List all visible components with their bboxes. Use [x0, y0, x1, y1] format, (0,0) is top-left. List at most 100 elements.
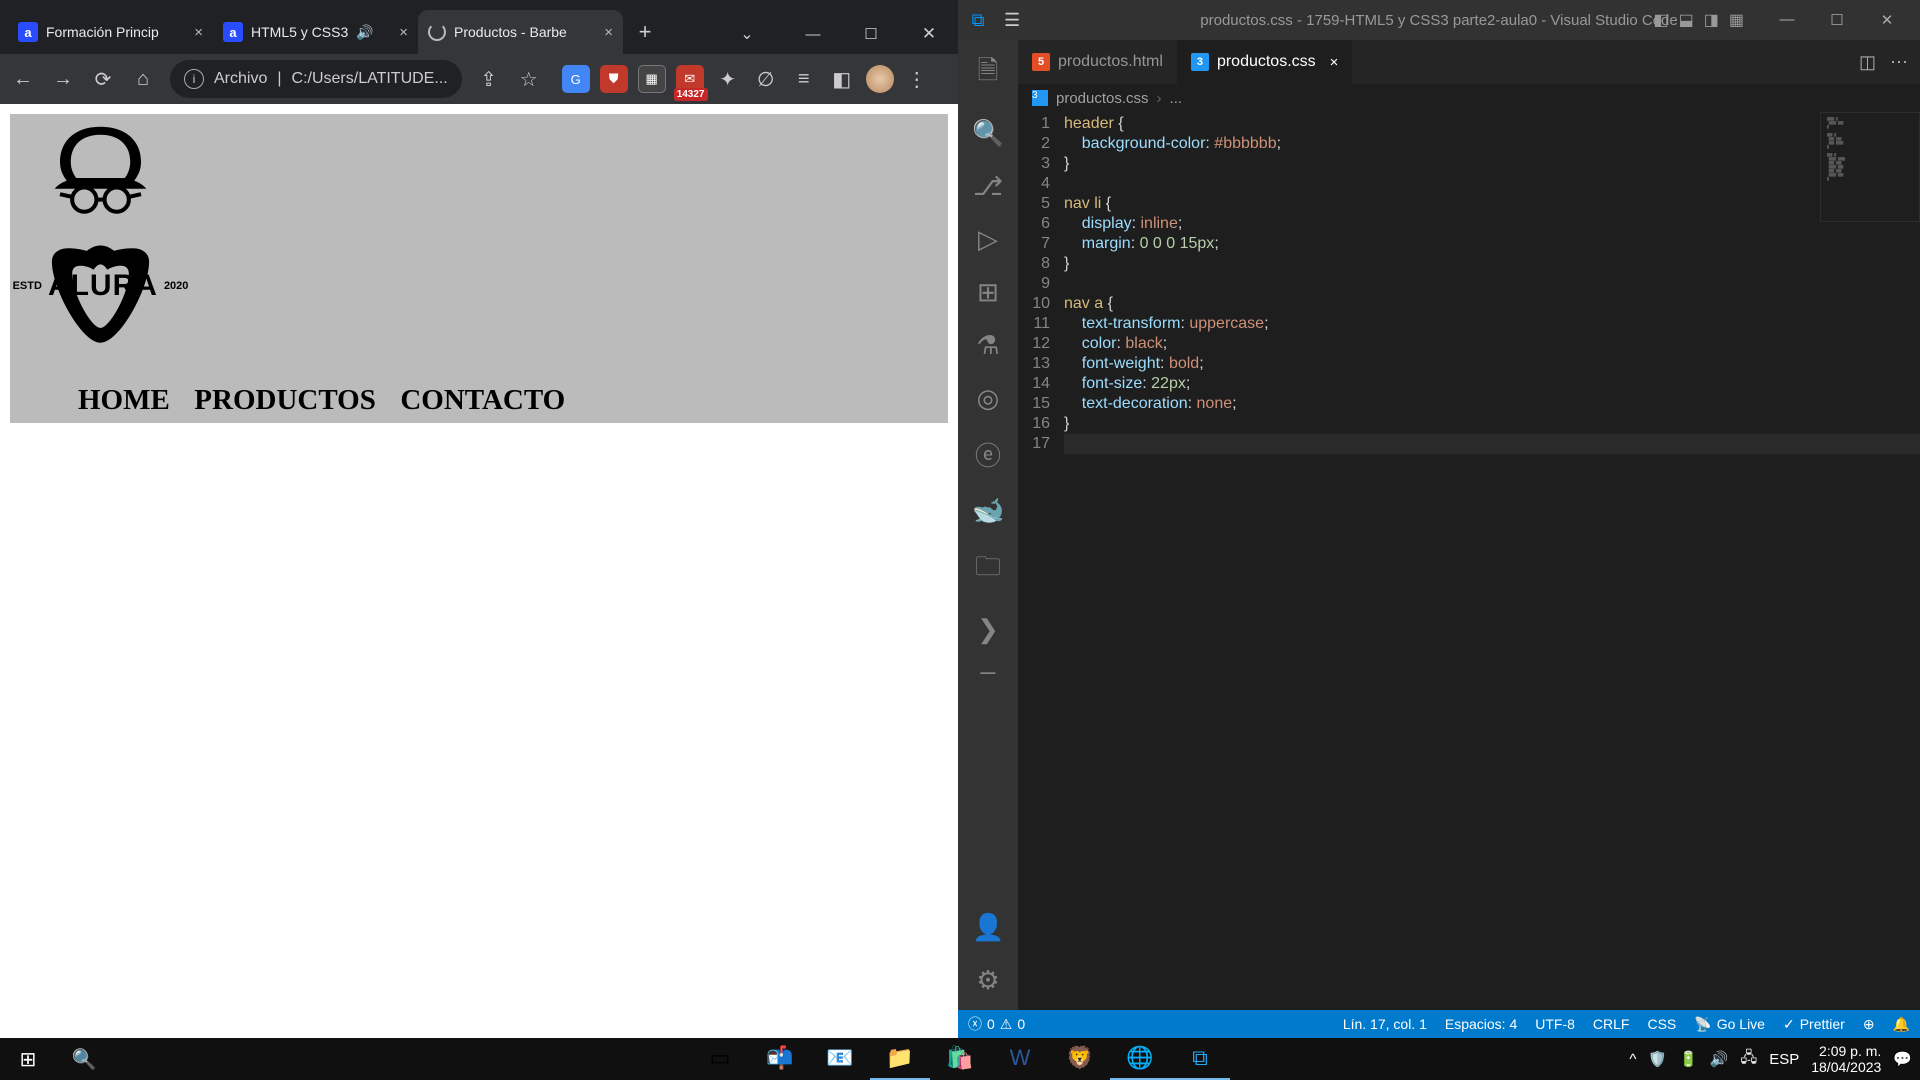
new-tab-button[interactable]: +	[627, 14, 663, 50]
audio-icon[interactable]: 🔊	[356, 24, 373, 41]
tray-language[interactable]: ESP	[1769, 1051, 1799, 1068]
taskbar-apps: ▭ 📬 📧 📁 🛍️ W 🦁 🌐 ⧉	[690, 1038, 1230, 1080]
tabs-dropdown-icon[interactable]: ⌄	[718, 24, 776, 44]
chrome-menu-icon[interactable]: ⋮	[904, 67, 930, 92]
maximize-button[interactable]: ☐	[842, 25, 900, 43]
word-app-icon[interactable]: W	[990, 1038, 1050, 1080]
status-bell-icon[interactable]: 🔔	[1893, 1016, 1910, 1033]
site-info-icon[interactable]: i	[184, 69, 204, 89]
close-tab-icon[interactable]: ×	[604, 24, 613, 41]
close-tab-icon[interactable]: ×	[194, 24, 203, 41]
tray-chevron-icon[interactable]: ^	[1629, 1051, 1636, 1068]
address-bar: ← → ⟳ ⌂ i Archivo | C:/Users/LATITUDE...…	[0, 54, 958, 104]
testing-icon[interactable]: ⚗	[972, 330, 1004, 361]
status-cursor[interactable]: Lín. 17, col. 1	[1343, 1016, 1427, 1033]
code-lines[interactable]: header { background-color: #bbbbbb;}nav …	[1064, 112, 1920, 1010]
profile-avatar[interactable]	[866, 65, 894, 93]
status-prettier[interactable]: ✓ Prettier	[1783, 1016, 1845, 1033]
split-editor-icon[interactable]: ◫	[1859, 52, 1876, 73]
minimize-button[interactable]: —	[784, 26, 842, 43]
forward-button[interactable]: →	[50, 68, 76, 91]
close-tab-icon[interactable]: ×	[399, 24, 408, 41]
run-debug-icon[interactable]: ▷	[972, 224, 1004, 255]
status-golive[interactable]: 📡 Go Live	[1694, 1016, 1765, 1033]
minimap[interactable]: ████ █ ████ ███████ █ ███ ███ ███ ██████…	[1820, 112, 1920, 222]
ext-icon[interactable]: ▦	[638, 65, 666, 93]
close-window-button[interactable]: ✕	[1862, 11, 1912, 29]
layout-icon[interactable]: ◨	[1704, 10, 1719, 30]
status-spaces[interactable]: Espacios: 4	[1445, 1016, 1517, 1033]
tray-volume-icon[interactable]: 🔊	[1710, 1050, 1729, 1068]
extensions-menu-icon[interactable]: ✦	[714, 65, 742, 93]
terminal-icon[interactable]: ❯_	[972, 614, 1004, 676]
outlook-app-icon[interactable]: 📧	[810, 1038, 870, 1080]
ublock-ext-icon[interactable]: ⛊	[600, 65, 628, 93]
more-actions-icon[interactable]: ⋯	[1890, 52, 1908, 73]
search-button[interactable]: 🔍	[56, 1038, 112, 1080]
live-icon[interactable]: ◎	[972, 383, 1004, 414]
sidepanel-icon[interactable]: ◧	[828, 65, 856, 93]
edge-icon[interactable]: ⓔ	[972, 436, 1004, 473]
close-window-button[interactable]: ✕	[900, 24, 958, 44]
status-eol[interactable]: CRLF	[1593, 1016, 1630, 1033]
mail-app-icon[interactable]: 📬	[750, 1038, 810, 1080]
tab-label: HTML5 y CSS3	[251, 24, 348, 40]
tray-security-icon[interactable]: 🛡️	[1648, 1050, 1667, 1068]
tray-clock[interactable]: 2:09 p. m. 18/04/2023	[1811, 1043, 1881, 1075]
status-language[interactable]: CSS	[1647, 1016, 1676, 1033]
browser-tab-1[interactable]: a HTML5 y CSS3 🔊 ×	[213, 10, 418, 54]
accounts-icon[interactable]: 👤	[972, 912, 1004, 943]
source-control-icon[interactable]: ⎇	[972, 171, 1004, 202]
reading-list-icon[interactable]: ≡	[790, 65, 818, 93]
docker-icon[interactable]: 🐋	[972, 495, 1004, 526]
browser-tab-2[interactable]: Productos - Barbe ×	[418, 10, 623, 54]
bookmark-icon[interactable]: ☆	[516, 67, 542, 92]
start-button[interactable]: ⊞	[0, 1038, 56, 1080]
taskview-icon[interactable]: ▭	[690, 1038, 750, 1080]
tray-notifications-icon[interactable]: 💬	[1893, 1050, 1912, 1068]
code-editor[interactable]: 1234567891011121314151617 header { backg…	[1018, 112, 1920, 1010]
nav-item-contacto[interactable]: CONTACTO	[400, 396, 565, 413]
hamburger-menu-icon[interactable]: ☰	[1004, 10, 1020, 31]
tray-battery-icon[interactable]: 🔋	[1679, 1050, 1698, 1068]
vscode-body: 🗎 🔍 ⎇ ▷ ⊞ ⚗ ◎ ⓔ 🐋 🗀 ❯_ 👤 ⚙ 5 productos.h…	[958, 40, 1920, 1010]
reload-button[interactable]: ⟳	[90, 67, 116, 92]
settings-gear-icon[interactable]: ⚙	[972, 965, 1004, 996]
back-button[interactable]: ←	[10, 68, 36, 91]
explorer-icon[interactable]: 🗎	[972, 52, 1004, 96]
tray-network-icon[interactable]: 🖧	[1740, 1047, 1757, 1072]
chevron-right-icon: ›	[1157, 90, 1162, 107]
tab-strip: a Formación Princip × a HTML5 y CSS3 🔊 ×…	[0, 0, 958, 54]
editor-tab-css[interactable]: 3 productos.css ×	[1177, 40, 1352, 84]
html-file-icon: 5	[1032, 53, 1050, 71]
layout-icon[interactable]: ▦	[1729, 10, 1744, 30]
translate-ext-icon[interactable]: G	[562, 65, 590, 93]
breadcrumbs[interactable]: 3 productos.css › ...	[1018, 84, 1920, 112]
editor-tab-html[interactable]: 5 productos.html	[1018, 40, 1177, 84]
ext-icon[interactable]: ∅	[752, 65, 780, 93]
nav-item-home[interactable]: HOME	[78, 396, 170, 413]
status-encoding[interactable]: UTF-8	[1535, 1016, 1575, 1033]
status-feedback-icon[interactable]: ⊕	[1863, 1016, 1875, 1033]
minimize-button[interactable]: —	[1762, 11, 1812, 29]
maximize-button[interactable]: ☐	[1812, 11, 1862, 29]
mail-ext-icon[interactable]: ✉14327	[676, 65, 704, 93]
extensions-icon[interactable]: ⊞	[972, 277, 1004, 308]
brave-app-icon[interactable]: 🦁	[1050, 1038, 1110, 1080]
status-errors[interactable]: ⓧ 0 ⚠ 0	[968, 1014, 1025, 1034]
vscode-app-icon[interactable]: ⧉	[1170, 1038, 1230, 1080]
url-field[interactable]: i Archivo | C:/Users/LATITUDE...	[170, 60, 462, 98]
browser-tab-0[interactable]: a Formación Princip ×	[8, 10, 213, 54]
folder-icon[interactable]: 🗀	[972, 548, 1004, 592]
store-app-icon[interactable]: 🛍️	[930, 1038, 990, 1080]
window-controls: — ☐ ✕	[1762, 11, 1912, 29]
explorer-app-icon[interactable]: 📁	[870, 1038, 930, 1080]
close-tab-icon[interactable]: ×	[1330, 54, 1339, 71]
nav-item-productos[interactable]: PRODUCTOS	[194, 396, 376, 413]
home-button[interactable]: ⌂	[130, 68, 156, 91]
extensions-row: G ⛊ ▦ ✉14327 ✦ ∅ ≡ ◧ ⋮	[562, 65, 930, 93]
layout-icon[interactable]: ⬓	[1679, 10, 1694, 30]
search-icon[interactable]: 🔍	[972, 118, 1004, 149]
share-icon[interactable]: ⇪	[476, 67, 502, 92]
chrome-app-icon[interactable]: 🌐	[1110, 1038, 1170, 1080]
